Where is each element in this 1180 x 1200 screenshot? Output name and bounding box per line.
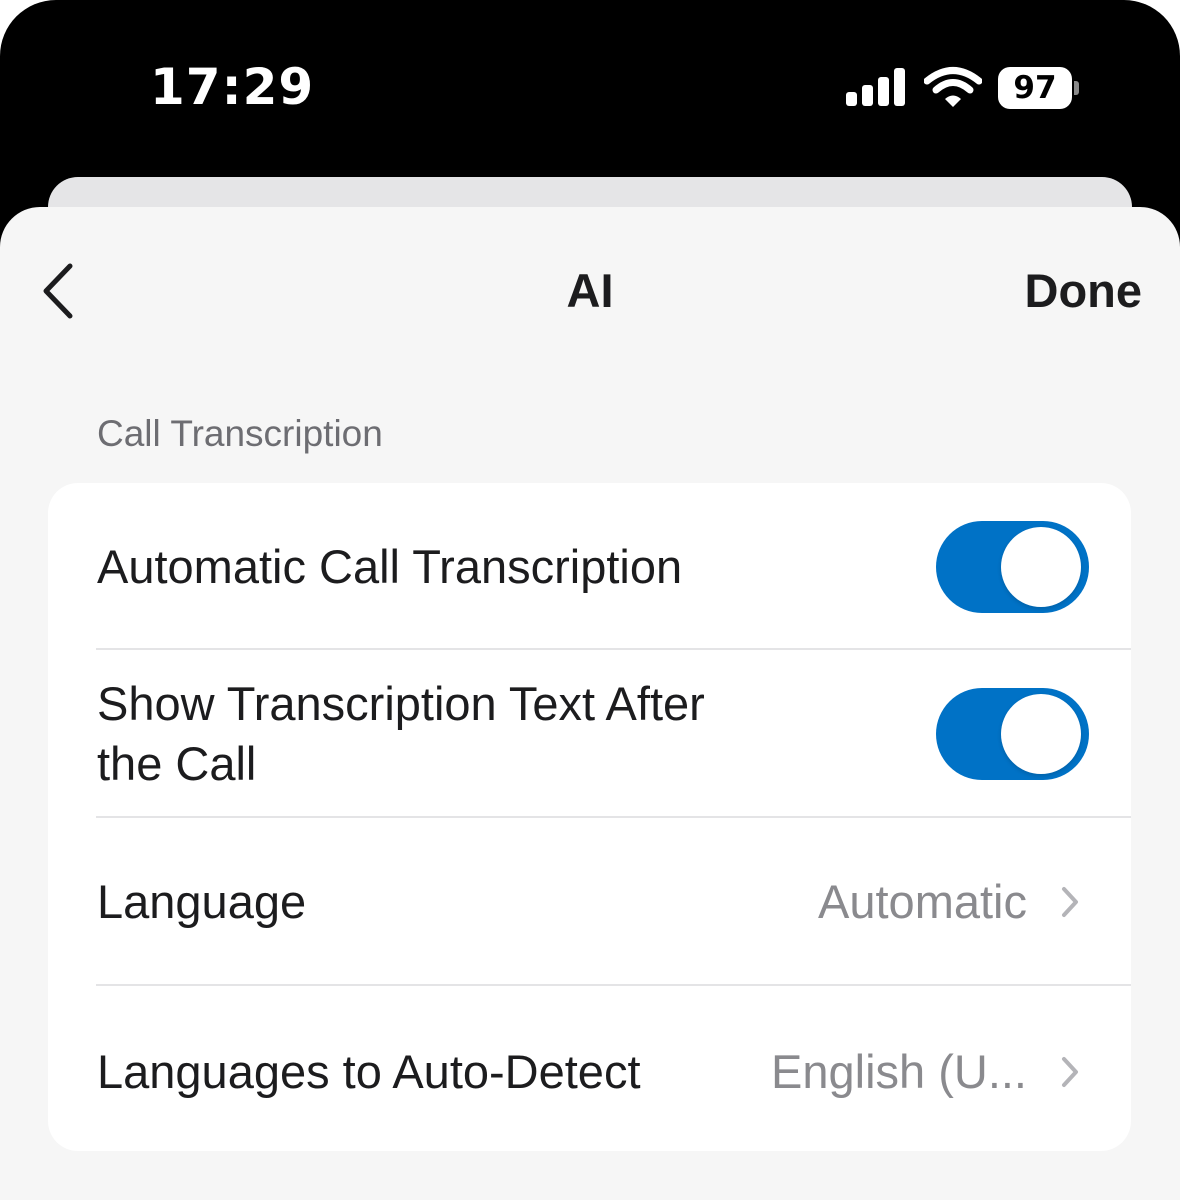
- automatic-call-transcription-toggle[interactable]: [936, 521, 1089, 613]
- battery-indicator: 97: [998, 67, 1079, 109]
- chevron-right-icon: [1062, 1057, 1078, 1087]
- device-frame: 17:29 97 AI Done Call Transcription Auto…: [0, 0, 1180, 1200]
- row-languages-to-auto-detect[interactable]: Languages to Auto-Detect English (U...: [48, 986, 1131, 1151]
- row-label: Languages to Auto-Detect: [97, 1045, 641, 1098]
- row-label: Show Transcription Text After the Call: [97, 674, 705, 794]
- section-header-call-transcription: Call Transcription: [97, 413, 383, 454]
- settings-sheet: AI Done Call Transcription Automatic Cal…: [0, 207, 1180, 1200]
- auto-detect-languages-value: English (U...: [771, 1045, 1027, 1098]
- row-automatic-call-transcription: Automatic Call Transcription: [48, 483, 1131, 650]
- toggle-knob: [1001, 694, 1081, 774]
- battery-level: 97: [1013, 70, 1057, 106]
- row-label-line-1: Show Transcription Text After: [97, 677, 705, 730]
- chevron-right-icon: [1062, 887, 1078, 917]
- page-title: AI: [566, 264, 614, 317]
- toggle-knob: [1001, 527, 1081, 607]
- status-bar: 17:29 97: [0, 0, 1180, 170]
- row-language[interactable]: Language Automatic: [48, 818, 1131, 986]
- row-label: Automatic Call Transcription: [97, 540, 683, 593]
- language-value: Automatic: [818, 875, 1027, 928]
- row-label: Language: [97, 875, 307, 928]
- settings-group: Automatic Call Transcription Show Transc…: [48, 483, 1131, 1151]
- wifi-icon: [924, 67, 982, 107]
- row-show-transcription-text: Show Transcription Text After the Call: [48, 650, 1131, 818]
- show-transcription-text-toggle[interactable]: [936, 688, 1089, 780]
- row-label-line-2: the Call: [97, 737, 257, 790]
- battery-cap: [1074, 81, 1079, 95]
- cellular-signal-icon: [846, 68, 905, 106]
- status-time: 17:29: [150, 58, 315, 116]
- done-button[interactable]: Done: [1025, 263, 1143, 318]
